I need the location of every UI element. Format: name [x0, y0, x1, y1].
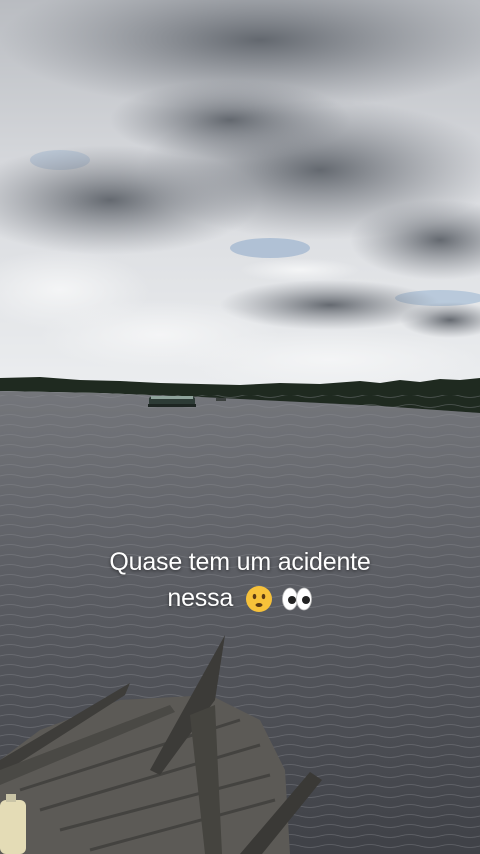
- caption-line-2: nessa: [20, 580, 460, 616]
- worried-face-icon: [245, 586, 272, 613]
- caption-line-1: Quase tem um acidente: [109, 548, 371, 576]
- video-caption: Quase tem um acidente nessa: [20, 544, 460, 616]
- river-scene-photo: [0, 0, 480, 854]
- caption-line-2-text: nessa: [167, 584, 234, 612]
- yellow-jug: [0, 800, 26, 854]
- small-boat: [216, 398, 226, 401]
- distant-boat: [148, 396, 196, 407]
- eyes-icon: [281, 587, 312, 611]
- video-frame: Quase tem um acidente nessa: [0, 0, 480, 854]
